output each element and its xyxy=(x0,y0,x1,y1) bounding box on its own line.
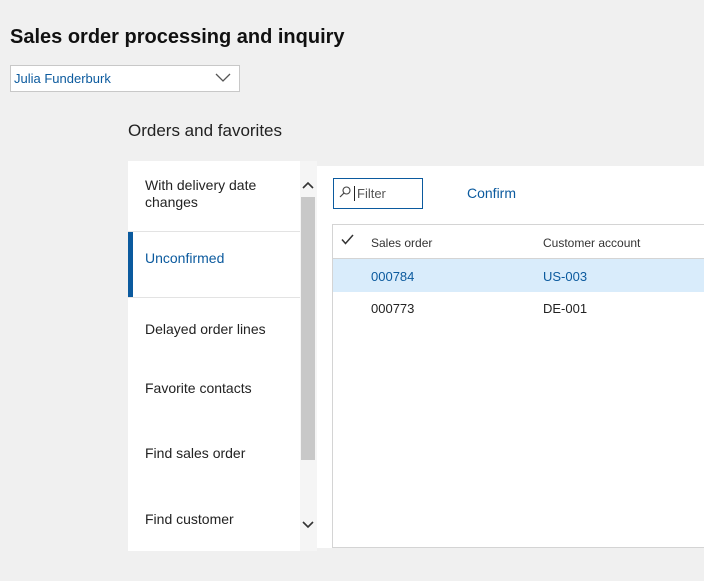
chevron-down-icon xyxy=(215,71,231,86)
tab-find-customer[interactable]: Find customer xyxy=(128,487,300,552)
column-header-sales-order[interactable]: Sales order xyxy=(371,236,432,250)
tab-label: Find customer xyxy=(145,511,234,527)
tab-label: Delayed order lines xyxy=(145,321,266,337)
tab-delayed-order-lines[interactable]: Delayed order lines xyxy=(128,298,300,363)
column-header-customer-account[interactable]: Customer account xyxy=(543,236,640,250)
grid-header: Sales order Customer account xyxy=(333,225,704,259)
filter-input[interactable] xyxy=(354,186,417,201)
select-all-check-icon[interactable] xyxy=(341,234,354,248)
tab-label: With delivery date changes xyxy=(145,176,257,210)
confirm-button[interactable]: Confirm xyxy=(467,185,516,201)
user-dropdown[interactable]: Julia Funderburk xyxy=(10,65,240,92)
tab-favorite-contacts[interactable]: Favorite contacts xyxy=(128,356,300,421)
tab-list: With delivery date changes Unconfirmed D… xyxy=(128,161,317,551)
tab-unconfirmed[interactable]: Unconfirmed xyxy=(128,232,300,297)
orders-grid: Sales order Customer account 000784 US-0… xyxy=(332,224,704,548)
tab-with-delivery-date-changes[interactable]: With delivery date changes xyxy=(128,161,300,226)
table-row[interactable]: 000773 DE-001 xyxy=(333,291,704,324)
sales-order-cell: 000773 xyxy=(371,301,415,316)
tab-find-sales-order[interactable]: Find sales order xyxy=(128,421,300,486)
customer-account-cell: DE-001 xyxy=(543,301,588,316)
table-row[interactable]: 000784 US-003 xyxy=(333,259,704,292)
scrollbar-thumb[interactable] xyxy=(301,197,315,460)
search-icon xyxy=(339,185,351,203)
section-title: Orders and favorites xyxy=(128,121,283,140)
user-dropdown-value: Julia Funderburk xyxy=(14,71,111,86)
chevron-up-icon[interactable] xyxy=(302,179,314,191)
tab-label: Favorite contacts xyxy=(145,380,252,396)
orders-panel: Confirm Sales order Customer account 000… xyxy=(317,166,704,548)
tab-label: Find sales order xyxy=(145,445,246,461)
sales-order-link[interactable]: 000784 xyxy=(371,269,414,284)
page-title: Sales order processing and inquiry xyxy=(10,26,345,48)
customer-account-link[interactable]: US-003 xyxy=(543,269,587,284)
tab-label: Unconfirmed xyxy=(145,249,225,266)
filter-box[interactable] xyxy=(333,178,423,209)
chevron-down-icon[interactable] xyxy=(302,519,314,531)
